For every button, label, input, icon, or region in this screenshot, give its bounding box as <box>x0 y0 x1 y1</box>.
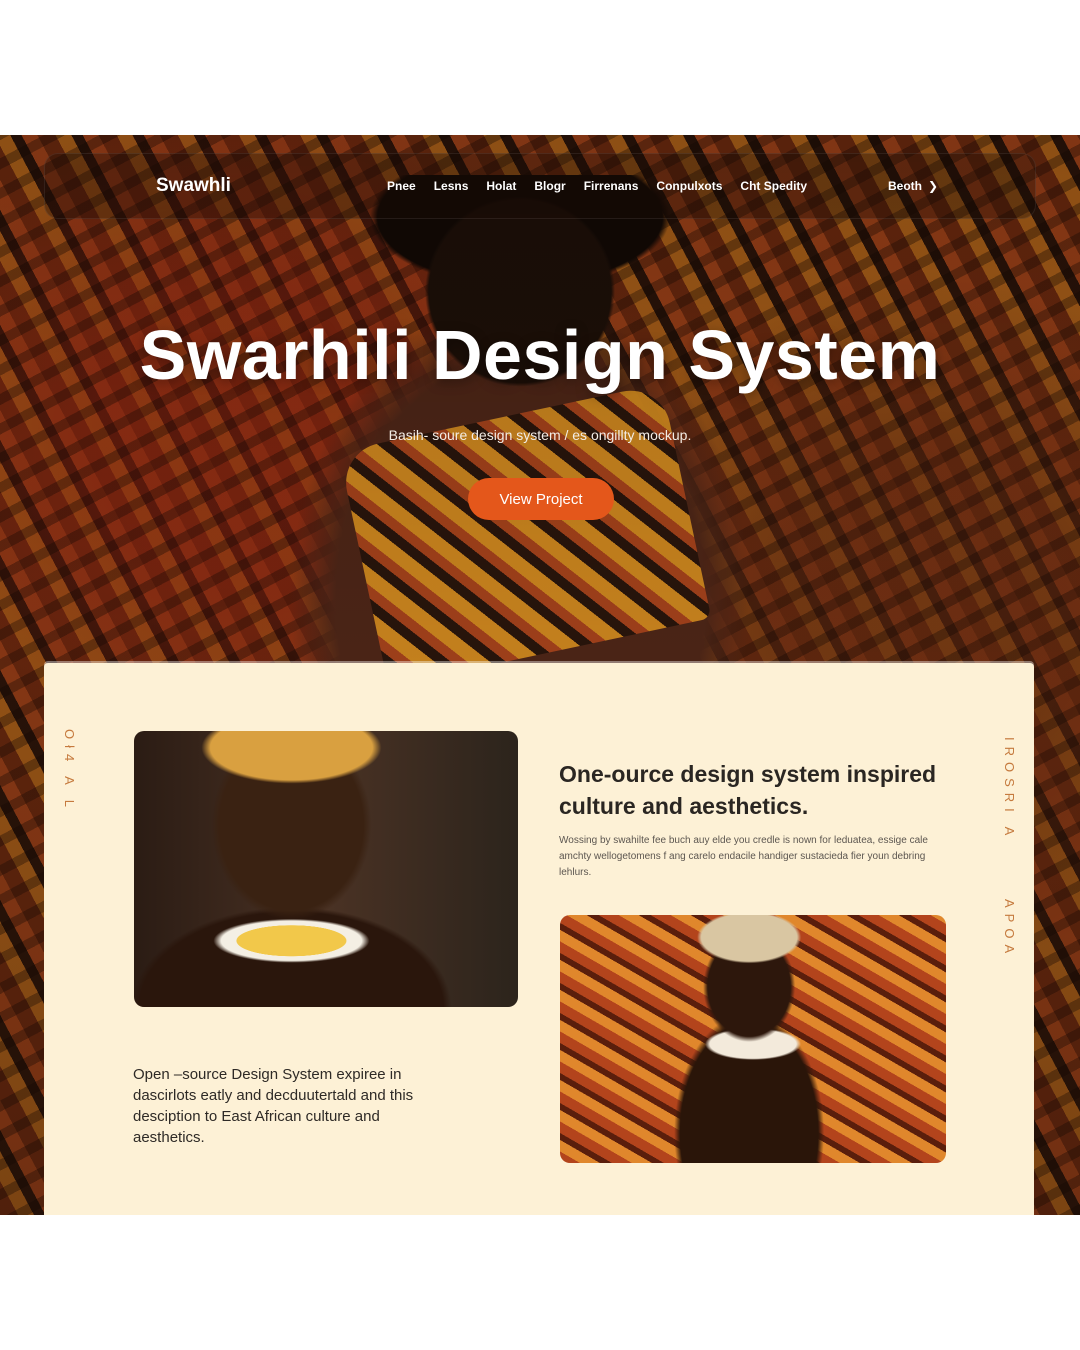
nav-link-lesns[interactable]: Lesns <box>434 179 469 193</box>
vertical-label-right-top: IROSRI A <box>1002 737 1017 842</box>
nav-cta-label: Beoth <box>888 179 922 193</box>
vertical-label-left: Oł4 A L <box>62 729 77 813</box>
nav-link-conpulxots[interactable]: Conpulxots <box>656 179 722 193</box>
portrait-image-face-paint <box>134 731 518 1007</box>
nav-link-holat[interactable]: Holat <box>486 179 516 193</box>
nav-links: Pnee Lesns Holat Blogr Firrenans Conpulx… <box>387 179 807 193</box>
section-paragraph: Wossing by swahilte fee buch auy elde yo… <box>559 835 928 878</box>
hero-title: Swarhili Design System <box>139 316 941 394</box>
nav-link-blogr[interactable]: Blogr <box>534 179 565 193</box>
hero-subtitle: Basih- soure design system / es ongillty… <box>388 427 692 443</box>
nav-cta-link[interactable]: Beoth ❯ <box>888 179 938 193</box>
view-project-button[interactable]: View Project <box>468 478 614 520</box>
vertical-label-right-bottom: APOA <box>1002 899 1017 960</box>
chevron-right-icon: ❯ <box>928 179 939 193</box>
nav-link-pnee[interactable]: Pnee <box>387 179 416 193</box>
top-navigation: Swawhli Pnee Lesns Holat Blogr Firrenans… <box>44 153 1036 219</box>
brand-logo[interactable]: Swawhli <box>156 175 231 197</box>
section-body-text: Open –source Design System expiree in da… <box>133 1066 414 1146</box>
nav-link-cht-spedity[interactable]: Cht Spedity <box>740 179 807 193</box>
nav-link-firrenans[interactable]: Firrenans <box>584 179 639 193</box>
page-frame: Swawhli Pnee Lesns Holat Blogr Firrenans… <box>0 135 1080 1215</box>
section-heading: One-ource design system inspired culture… <box>559 761 937 819</box>
portrait-image-child <box>560 915 946 1163</box>
content-panel: Oł4 A L IROSRI A APOA One-ource design s… <box>44 663 1034 1215</box>
